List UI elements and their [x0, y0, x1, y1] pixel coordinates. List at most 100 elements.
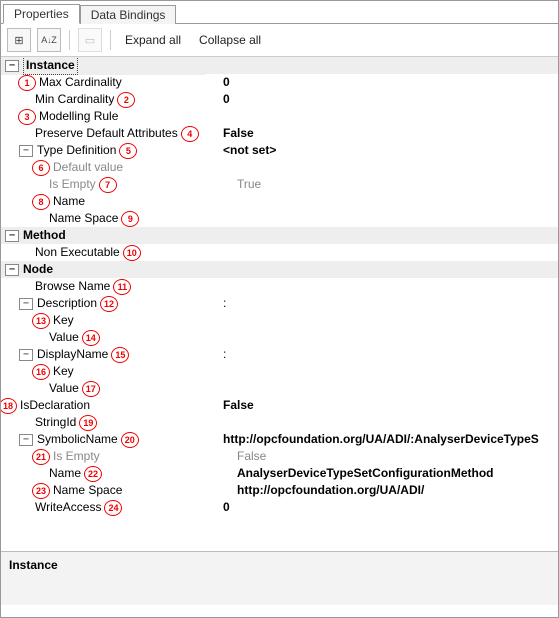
annotation-1: 1: [18, 75, 36, 91]
prop-default-value[interactable]: 6 Default value: [1, 159, 558, 176]
prop-browse-name[interactable]: Browse Name 11: [1, 278, 558, 295]
prop-label: Key: [53, 363, 74, 380]
prop-value[interactable]: :: [219, 295, 558, 312]
collapse-icon[interactable]: −: [5, 264, 19, 276]
tab-strip: Properties Data Bindings: [1, 1, 558, 24]
prop-value[interactable]: 0: [219, 74, 558, 91]
category-instance[interactable]: − Instance: [1, 57, 558, 74]
prop-displayname[interactable]: − DisplayName 15 :: [1, 346, 558, 363]
annotation-19: 19: [79, 415, 97, 431]
annotation-12: 12: [100, 296, 118, 312]
annotation-9: 9: [121, 211, 139, 227]
document-icon: ▭: [85, 34, 95, 47]
collapse-icon[interactable]: −: [19, 349, 33, 361]
prop-value[interactable]: :: [219, 346, 558, 363]
prop-label: Type Definition: [37, 142, 116, 159]
prop-stringid[interactable]: StringId 19: [1, 414, 558, 431]
prop-displayname-value[interactable]: Value 17: [1, 380, 558, 397]
toolbar-separator: [110, 30, 111, 50]
tab-properties[interactable]: Properties: [3, 4, 80, 24]
collapse-icon[interactable]: −: [19, 434, 33, 446]
prop-name-space[interactable]: Name Space 9: [1, 210, 558, 227]
prop-label: IsDeclaration: [20, 397, 90, 414]
prop-value[interactable]: <not set>: [219, 142, 558, 159]
description-panel: Instance: [1, 551, 558, 605]
collapse-all-button[interactable]: Collapse all: [193, 31, 267, 49]
expand-all-button[interactable]: Expand all: [119, 31, 187, 49]
prop-description[interactable]: − Description 12 :: [1, 295, 558, 312]
prop-label: Is Empty: [53, 448, 100, 465]
prop-label: Name Space: [49, 210, 118, 227]
annotation-18: 18: [1, 398, 17, 414]
prop-min-cardinality[interactable]: Min Cardinality 2 0: [1, 91, 558, 108]
prop-label: Default value: [53, 159, 123, 176]
prop-sym-isempty[interactable]: 21 Is Empty False: [1, 448, 558, 465]
collapse-icon[interactable]: −: [5, 230, 19, 242]
description-title: Instance: [9, 558, 550, 572]
tab-data-bindings[interactable]: Data Bindings: [80, 5, 177, 24]
prop-type-definition[interactable]: − Type Definition 5 <not set>: [1, 142, 558, 159]
annotation-15: 15: [111, 347, 129, 363]
prop-value[interactable]: False: [219, 125, 558, 142]
prop-value[interactable]: 0: [219, 499, 558, 516]
collapse-icon[interactable]: −: [5, 60, 19, 72]
prop-value[interactable]: 0: [219, 91, 558, 108]
prop-is-empty[interactable]: Is Empty 7 True: [1, 176, 558, 193]
prop-label: Browse Name: [35, 278, 110, 295]
annotation-3: 3: [18, 109, 36, 125]
prop-sym-namespace[interactable]: 23 Name Space http://opcfoundation.org/U…: [1, 482, 558, 499]
annotation-23: 23: [32, 483, 50, 499]
prop-label: DisplayName: [37, 346, 108, 363]
category-label: Instance: [23, 57, 78, 75]
prop-sym-name[interactable]: Name 22 AnalyserDeviceTypeSetConfigurati…: [1, 465, 558, 482]
prop-label: Description: [37, 295, 97, 312]
sort-az-icon: A↓Z: [41, 35, 57, 45]
prop-label: SymbolicName: [37, 431, 118, 448]
annotation-7: 7: [99, 177, 117, 193]
prop-value[interactable]: False: [233, 448, 558, 465]
prop-max-cardinality[interactable]: 1 Max Cardinality 0: [1, 74, 558, 91]
property-grid: − Instance 1 Max Cardinality 0 Min Cardi…: [1, 57, 558, 551]
prop-label: Min Cardinality: [35, 91, 114, 108]
annotation-5: 5: [119, 143, 137, 159]
category-method[interactable]: − Method: [1, 227, 558, 244]
annotation-13: 13: [32, 313, 50, 329]
prop-writeaccess[interactable]: WriteAccess 24 0: [1, 499, 558, 516]
prop-label: Name Space: [53, 482, 122, 499]
prop-label: Modelling Rule: [39, 108, 118, 125]
annotation-22: 22: [84, 466, 102, 482]
collapse-icon[interactable]: −: [19, 145, 33, 157]
annotation-2: 2: [117, 92, 135, 108]
prop-symbolicname[interactable]: − SymbolicName 20 http://opcfoundation.o…: [1, 431, 558, 448]
prop-label: Non Executable: [35, 244, 120, 261]
prop-isdeclaration[interactable]: 18 IsDeclaration False: [1, 397, 558, 414]
prop-value[interactable]: False: [219, 397, 558, 414]
collapse-icon[interactable]: −: [19, 298, 33, 310]
categorized-button[interactable]: [7, 28, 31, 52]
prop-modelling-rule[interactable]: 3 Modelling Rule: [1, 108, 558, 125]
prop-description-value[interactable]: Value 14: [1, 329, 558, 346]
prop-value[interactable]: AnalyserDeviceTypeSetConfigurationMethod: [233, 465, 558, 482]
prop-label: WriteAccess: [35, 499, 101, 516]
annotation-17: 17: [82, 381, 100, 397]
prop-preserve-default-attributes[interactable]: Preserve Default Attributes 4 False: [1, 125, 558, 142]
prop-label: Key: [53, 312, 74, 329]
annotation-10: 10: [123, 245, 141, 261]
category-label: Node: [23, 261, 53, 278]
prop-non-executable[interactable]: Non Executable 10: [1, 244, 558, 261]
prop-displayname-key[interactable]: 16 Key: [1, 363, 558, 380]
toolbar: A↓Z ▭ Expand all Collapse all: [1, 24, 558, 57]
new-button[interactable]: ▭: [78, 28, 102, 52]
prop-description-key[interactable]: 13 Key: [1, 312, 558, 329]
alpha-sort-button[interactable]: A↓Z: [37, 28, 61, 52]
category-node[interactable]: − Node: [1, 261, 558, 278]
annotation-20: 20: [121, 432, 139, 448]
annotation-11: 11: [113, 279, 131, 295]
prop-label: StringId: [35, 414, 76, 431]
prop-value[interactable]: http://opcfoundation.org/UA/ADI/: [233, 482, 558, 499]
prop-label: Name: [53, 193, 85, 210]
category-label: Method: [23, 227, 66, 244]
prop-value[interactable]: True: [233, 176, 558, 193]
prop-value[interactable]: http://opcfoundation.org/UA/ADI/:Analyse…: [219, 431, 558, 448]
prop-name[interactable]: 8 Name: [1, 193, 558, 210]
